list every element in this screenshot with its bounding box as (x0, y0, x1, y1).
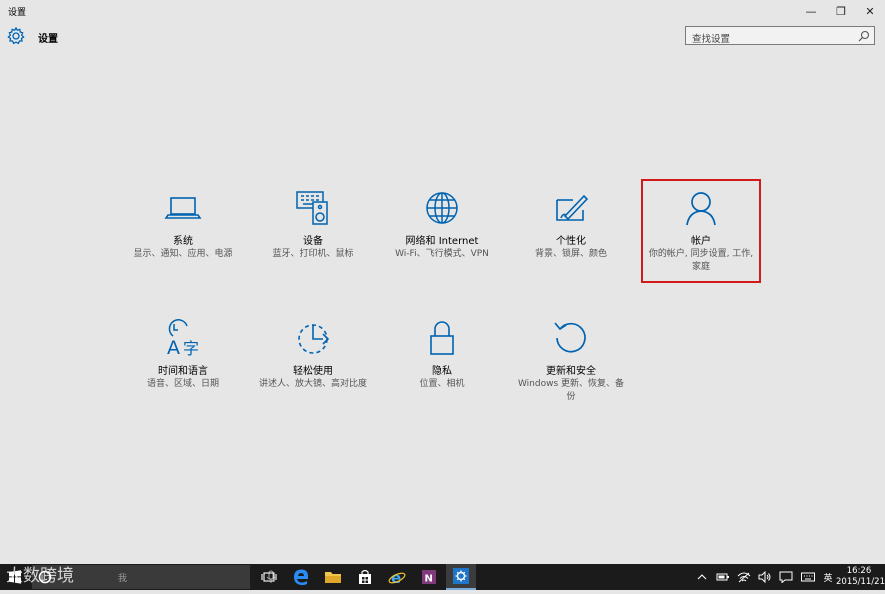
tile-name: 设备 (303, 236, 323, 247)
wifi-icon (737, 572, 751, 583)
tile-ease-of-access[interactable]: 轻松使用 讲述人、放大镜、高对比度 (255, 318, 371, 391)
show-hidden-icons-button[interactable] (694, 564, 710, 590)
watermark: 大数跨境 (6, 566, 74, 586)
laptop-icon (164, 197, 202, 219)
svg-text:A: A (167, 337, 180, 358)
tile-description: 位置、相机 (419, 379, 465, 389)
tile-description: 语音、区域、日期 (146, 379, 219, 389)
tile-name: 更新和安全 (546, 366, 596, 377)
tile-network[interactable]: 网络和 Internet Wi-Fi、飞行模式、VPN (384, 188, 500, 261)
network-button[interactable] (735, 564, 753, 590)
volume-icon (758, 571, 771, 583)
tile-name: 轻松使用 (293, 366, 333, 377)
restore-icon: ❐ (836, 4, 846, 18)
search-icon[interactable] (858, 30, 870, 42)
action-center-button[interactable] (777, 564, 795, 590)
tile-personalization[interactable]: 个性化 背景、锁屏、颜色 (513, 188, 629, 261)
close-icon: ✕ (865, 4, 875, 18)
clock[interactable]: 16:26 2015/11/21 (836, 566, 885, 588)
svg-text:N: N (425, 574, 433, 585)
task-view-icon (261, 572, 277, 582)
clock-time: 16:26 (846, 566, 872, 576)
search-box[interactable] (685, 26, 875, 48)
tile-update-security[interactable]: 更新和安全 Windows 更新、恢复、备份 (513, 318, 629, 403)
lock-icon (430, 321, 454, 355)
highlight-box (641, 179, 761, 283)
settings-icon (453, 568, 469, 584)
tile-devices[interactable]: 设备 蓝牙、打印机、鼠标 (255, 188, 371, 261)
store-button[interactable] (350, 564, 380, 590)
onenote-icon: N (422, 570, 436, 585)
taskbar: 我 e N 英 16:26 2015/11/21 (0, 564, 885, 590)
keyboard-icon (801, 572, 815, 582)
tile-privacy[interactable]: 隐私 位置、相机 (384, 318, 500, 391)
tile-name: 时间和语言 (158, 366, 208, 377)
update-icon (554, 322, 586, 353)
window-title: 设置 (8, 8, 27, 18)
input-language-button[interactable]: 英 (819, 564, 837, 590)
restore-button[interactable]: ❐ (826, 0, 856, 22)
tile-name: 网络和 Internet (405, 236, 479, 247)
tile-description: 背景、锁屏、颜色 (534, 249, 607, 259)
onenote-button[interactable]: N (414, 564, 444, 590)
edge-icon (294, 569, 308, 586)
chevron-up-icon (697, 574, 707, 580)
tile-description: 蓝牙、打印机、鼠标 (272, 249, 354, 259)
devices-icon (296, 191, 328, 225)
keyboard-button[interactable] (799, 564, 817, 590)
title-bar: 设置 — ❐ ✕ (0, 0, 885, 22)
minimize-icon: — (805, 4, 817, 18)
message-icon (779, 571, 793, 583)
ease-of-access-icon (298, 324, 330, 354)
tile-name: 系统 (173, 236, 193, 247)
page-title: 设置 (38, 34, 58, 45)
tile-time-language[interactable]: A 字 时间和语言 语音、区域、日期 (125, 318, 241, 391)
tile-description: 讲述人、放大镜、高对比度 (258, 379, 367, 389)
minimize-button[interactable]: — (796, 0, 826, 22)
svg-text:e: e (391, 569, 401, 586)
task-view-button[interactable] (254, 564, 284, 590)
tile-name: 隐私 (432, 366, 452, 377)
taskbar-search-text: 我 (118, 574, 128, 584)
settings-button[interactable] (446, 564, 476, 590)
gear-icon (7, 26, 25, 45)
clock-date: 2015/11/21 (836, 577, 885, 587)
edge-button[interactable] (286, 564, 316, 590)
personalization-icon (556, 194, 589, 221)
file-explorer-icon (325, 572, 341, 583)
ie-icon: e (388, 569, 406, 586)
store-icon (359, 569, 371, 584)
tile-name: 个性化 (556, 236, 586, 247)
tile-description: 显示、通知、应用、电源 (133, 249, 233, 259)
file-explorer-button[interactable] (318, 564, 348, 590)
volume-button[interactable] (756, 564, 774, 590)
tile-description: Windows 更新、恢复、备份 (517, 379, 625, 402)
ie-button[interactable]: e (382, 564, 412, 590)
search-input[interactable] (686, 31, 852, 48)
globe-icon (426, 192, 458, 224)
tile-system[interactable]: 系统 显示、通知、应用、电源 (125, 188, 241, 261)
battery-icon (716, 573, 729, 581)
svg-text:字: 字 (183, 339, 199, 358)
time-language-icon: A 字 (167, 319, 199, 358)
battery-button[interactable] (714, 564, 732, 590)
tile-description: Wi-Fi、飞行模式、VPN (395, 249, 489, 259)
close-button[interactable]: ✕ (855, 0, 885, 22)
